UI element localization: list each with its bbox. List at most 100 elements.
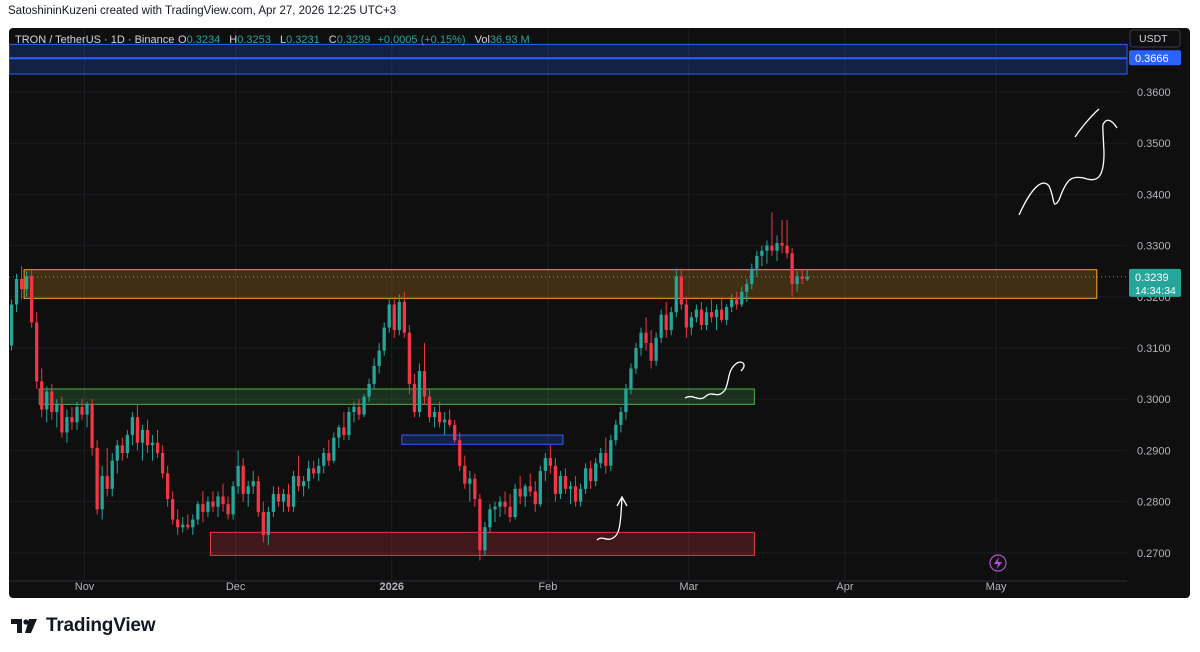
lightning-icon[interactable] (989, 554, 1007, 572)
price-tick-label: 0.2800 (1137, 497, 1171, 509)
candle-body (45, 391, 49, 410)
candle-body (392, 304, 396, 331)
candle-body (95, 447, 99, 510)
grid (9, 28, 1127, 582)
candle-body (402, 301, 406, 333)
candle-body (704, 312, 709, 325)
candle-body (488, 509, 492, 528)
candle-body (312, 468, 316, 474)
tradingview-logo-icon (11, 619, 37, 633)
chart-frame[interactable]: Nov Dec 2026 Feb Mar Apr May 0.3600 0.3500 0.340… (9, 28, 1190, 598)
candle-body (800, 276, 804, 279)
time-tick-label: Nov (75, 581, 95, 593)
candle-body (775, 243, 779, 251)
candle-body (714, 309, 719, 318)
candle-body (211, 501, 215, 507)
candle-body (75, 406, 79, 423)
price-tick-label: 0.2900 (1137, 445, 1171, 457)
candle-body (553, 465, 558, 494)
candle-body (327, 452, 331, 461)
candle-body (583, 468, 588, 489)
candle-body (236, 465, 240, 487)
candle-body (724, 307, 729, 320)
resistance-zone (9, 43, 1128, 75)
candle-body (639, 332, 643, 349)
small-zone (401, 434, 564, 445)
time-tick-label: Feb (538, 581, 557, 593)
candle-body (422, 371, 427, 397)
attribution: SatoshininKuzeni created with TradingVie… (8, 5, 397, 17)
symbol-label: TRON / TetherUS · 1D · Binance (15, 34, 174, 46)
time-axis: Nov Dec 2026 Feb Mar Apr May (75, 581, 1007, 593)
candle-body (709, 312, 714, 318)
candle-body (301, 481, 306, 487)
candle-body (276, 493, 281, 502)
price-tick-label: 0.3600 (1137, 87, 1171, 99)
time-tick-label: 2026 (379, 581, 403, 593)
candle-body (719, 309, 724, 320)
candle-body (508, 506, 512, 517)
candle-body (805, 276, 809, 280)
candle-body (226, 504, 230, 515)
candle-body (432, 412, 437, 418)
price-label-last: 0.3239 (1135, 272, 1169, 284)
candle-body (261, 511, 265, 535)
candle-body (448, 419, 452, 425)
price-chart[interactable]: Nov Dec 2026 Feb Mar Apr May 0.3600 0.3500 0.340… (9, 28, 1190, 598)
candle-body (533, 491, 537, 505)
candle-body (765, 245, 769, 251)
candle-body (604, 452, 608, 466)
candle-body (357, 406, 361, 415)
candle-body (206, 501, 210, 512)
candle-body (60, 404, 64, 433)
candle-body (337, 427, 341, 438)
candle-body (654, 337, 658, 361)
candle-body (795, 276, 799, 285)
candle-body (50, 391, 54, 413)
time-tick-label: May (986, 581, 1007, 593)
candle-body (372, 365, 376, 384)
footer: TradingView (10, 612, 156, 640)
candle-body (412, 383, 417, 413)
candle-body (382, 327, 386, 351)
candle-body (689, 317, 694, 328)
candle-body (35, 322, 39, 382)
candle-body (307, 468, 311, 482)
candle-body (563, 476, 568, 489)
candle-body (528, 486, 532, 492)
candle-body (100, 476, 104, 510)
candle-body (578, 488, 583, 502)
candle-body (387, 304, 391, 328)
candle-body (367, 383, 371, 397)
candle-body (730, 299, 734, 308)
candle-body (679, 276, 683, 305)
candle-body (342, 427, 346, 436)
candle-body (543, 458, 547, 471)
price-tick-label: 0.3500 (1137, 138, 1171, 150)
candle-body (196, 504, 200, 520)
candle-body (498, 501, 502, 507)
candle-body (649, 342, 653, 361)
candle-body (770, 245, 774, 251)
candle-body (483, 527, 487, 551)
price-label-resistance: 0.3666 (1135, 53, 1169, 65)
candle-body (437, 412, 442, 423)
candle-body (186, 524, 190, 528)
candle-body (442, 419, 447, 423)
candle-body (785, 245, 789, 254)
candle-body (352, 406, 356, 413)
candle-body (271, 493, 276, 512)
candle-body (659, 314, 663, 338)
candle-body (216, 496, 220, 507)
candle-body (140, 429, 145, 443)
candle-body (609, 440, 613, 466)
candle-body (694, 309, 699, 318)
candle-body (145, 429, 150, 446)
candle-body (568, 486, 573, 489)
candle-body (755, 255, 759, 269)
candle-body (699, 309, 704, 325)
candle-body (40, 381, 44, 410)
projection-drawing (1018, 119, 1118, 216)
candle-body (231, 486, 235, 515)
candle-body (634, 348, 638, 369)
